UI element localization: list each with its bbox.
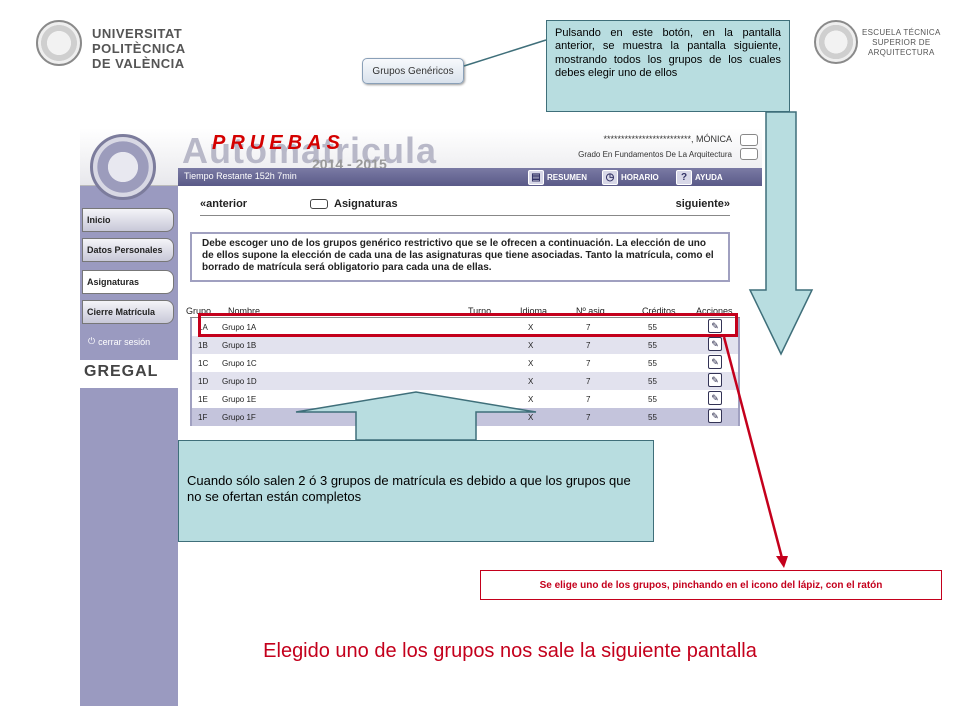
pencil-icon[interactable]: ✎	[708, 373, 722, 387]
pencil-pointer-arrowhead	[776, 556, 788, 568]
cell-idioma: X	[528, 395, 534, 404]
status-bar: Tiempo Restante 152h 7min ▤ RESUMEN ◷ HO…	[178, 168, 762, 186]
table-row: 1C Grupo 1C X 7 55 ✎	[192, 354, 738, 372]
nav-asignaturas[interactable]: Asignaturas	[82, 270, 174, 294]
etsa-logo: ESCUELA TÉCNICA SUPERIOR DE ARQUITECTURA	[814, 20, 944, 70]
degree-name: Grado En Fundamentos De La Arquitectura	[578, 150, 732, 159]
ayuda-label: AYUDA	[695, 172, 723, 182]
slide-caption: Elegido uno de los grupos nos sale la si…	[263, 640, 757, 662]
cell-creditos: 55	[648, 359, 657, 368]
cell-nombre: Grupo 1D	[222, 377, 257, 386]
cell-asig: 7	[586, 359, 591, 368]
logout-link[interactable]: ⏻ cerrar sesión	[88, 336, 150, 347]
cell-idioma: X	[528, 341, 534, 350]
pencil-icon[interactable]: ✎	[708, 409, 722, 423]
etsa-line-3: ARQUITECTURA	[867, 48, 935, 57]
step-box-icon	[310, 199, 328, 209]
cell-asig: 7	[586, 377, 591, 386]
power-icon: ⏻	[88, 336, 96, 346]
cell-nombre: Grupo 1F	[222, 413, 256, 422]
help-icon: ?	[676, 169, 692, 185]
cell-idioma: X	[528, 413, 534, 422]
cell-idioma: X	[528, 377, 534, 386]
next-link[interactable]: siguiente»	[676, 198, 730, 210]
ayuda-button[interactable]: ? AYUDA	[676, 169, 723, 185]
user-checkbox[interactable]	[740, 134, 758, 146]
instructions-box: Debe escoger uno de los grupos genérico …	[190, 232, 730, 282]
cell-creditos: 55	[648, 377, 657, 386]
gregal-logo[interactable]: GREGAL	[80, 360, 178, 388]
sidebar: Inicio Datos Personales Asignaturas Cier…	[80, 128, 178, 706]
cell-grupo: 1E	[198, 395, 208, 404]
schedule-icon: ◷	[602, 169, 618, 185]
table-row: 1F Grupo 1F X 7 55 ✎	[192, 408, 738, 426]
pencil-icon[interactable]: ✎	[708, 337, 722, 351]
pencil-icon[interactable]: ✎	[708, 355, 722, 369]
current-step-title: Asignaturas	[334, 198, 398, 210]
callout-pointer-line	[463, 39, 547, 67]
nav-datos-personales[interactable]: Datos Personales	[82, 238, 174, 262]
cell-idioma: X	[528, 359, 534, 368]
cell-asig: 7	[586, 413, 591, 422]
time-remaining: Tiempo Restante 152h 7min	[184, 171, 297, 181]
table-row: 1E Grupo 1E X 7 55 ✎	[192, 390, 738, 408]
cell-asig: 7	[586, 341, 591, 350]
table-row: 1B Grupo 1B X 7 55 ✎	[192, 336, 738, 354]
upv-line-3: DE VALÈNCIA	[92, 56, 185, 71]
university-seal-icon	[90, 134, 156, 200]
cell-grupo: 1D	[198, 377, 209, 386]
nav-cierre-matricula[interactable]: Cierre Matrícula	[82, 300, 174, 324]
cell-nombre: Grupo 1C	[222, 359, 257, 368]
cell-creditos: 55	[648, 395, 657, 404]
upv-line-2: POLITÈCNICA	[92, 41, 186, 56]
pruebas-watermark: PRUEBAS	[212, 132, 345, 154]
summary-icon: ▤	[528, 169, 544, 185]
cell-asig: 7	[586, 395, 591, 404]
cell-nombre: Grupo 1E	[222, 395, 257, 404]
pencil-icon[interactable]: ✎	[708, 391, 722, 405]
cell-grupo: 1F	[198, 413, 208, 422]
logout-label: cerrar sesión	[98, 336, 151, 347]
upv-line-1: UNIVERSITAT	[92, 26, 183, 41]
upv-seal-icon	[36, 20, 82, 66]
etsa-seal-icon	[814, 20, 858, 64]
cell-nombre: Grupo 1B	[222, 341, 257, 350]
degree-checkbox[interactable]	[740, 148, 758, 160]
selected-row-highlight	[198, 313, 738, 337]
prev-link[interactable]: «anterior	[200, 198, 247, 210]
app-window: Inicio Datos Personales Asignaturas Cier…	[80, 128, 762, 706]
pencil-instruction-note: Se elige uno de los grupos, pinchando en…	[480, 570, 942, 600]
cell-creditos: 55	[648, 413, 657, 422]
resumen-button[interactable]: ▤ RESUMEN	[528, 169, 587, 185]
grupos-genericos-button[interactable]: Grupos Genéricos	[362, 58, 464, 84]
user-name: *************************, MÓNICA	[603, 134, 732, 144]
resumen-label: RESUMEN	[547, 172, 588, 182]
nav-inicio[interactable]: Inicio	[82, 208, 174, 232]
callout-top: Pulsando en este botón, en la pantalla a…	[546, 20, 790, 112]
table-row: 1D Grupo 1D X 7 55 ✎	[192, 372, 738, 390]
cell-grupo: 1B	[198, 341, 208, 350]
slide: UNIVERSITAT POLITÈCNICA DE VALÈNCIA ESCU…	[0, 0, 960, 720]
horario-label: HORARIO	[621, 172, 659, 182]
etsa-line-1: ESCUELA TÉCNICA	[862, 28, 941, 37]
etsa-line-2: SUPERIOR DE	[872, 38, 931, 47]
cell-grupo: 1C	[198, 359, 209, 368]
upv-logo: UNIVERSITAT POLITÈCNICA DE VALÈNCIA	[36, 20, 186, 76]
step-navigation: «anterior Asignaturas siguiente»	[200, 198, 730, 216]
callout-middle: Cuando sólo salen 2 ó 3 grupos de matríc…	[178, 440, 654, 542]
cell-creditos: 55	[648, 341, 657, 350]
horario-button[interactable]: ◷ HORARIO	[602, 169, 659, 185]
